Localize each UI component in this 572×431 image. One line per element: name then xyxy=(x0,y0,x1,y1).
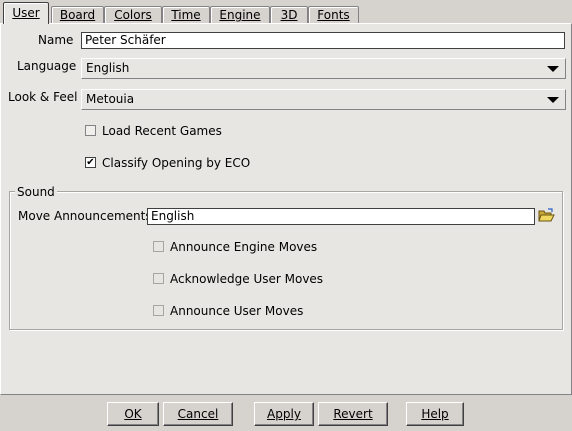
acknowledge-user-box[interactable] xyxy=(153,273,164,284)
tab-engine-label: Engine xyxy=(219,8,261,22)
announce-engine-box[interactable] xyxy=(153,241,164,252)
tab-user[interactable]: User xyxy=(3,2,49,24)
tab-board-label: Board xyxy=(59,8,96,22)
check-icon[interactable]: ✔ xyxy=(85,157,96,168)
help-button-label: Help xyxy=(421,407,449,421)
folder-open-icon[interactable] xyxy=(538,208,555,222)
help-button[interactable]: Help xyxy=(406,402,464,426)
tab-3d[interactable]: 3D xyxy=(270,6,308,23)
tab-time-label: Time xyxy=(171,8,201,22)
language-select[interactable]: English xyxy=(81,58,566,79)
chevron-down-icon xyxy=(547,66,559,72)
name-label: Name xyxy=(38,33,74,47)
revert-button[interactable]: Revert xyxy=(318,402,388,426)
lookfeel-value: Metouia xyxy=(86,92,135,106)
chevron-down-icon xyxy=(547,97,559,103)
tab-colors[interactable]: Colors xyxy=(104,6,162,23)
tab-board[interactable]: Board xyxy=(51,6,104,23)
tab-colors-label: Colors xyxy=(114,8,152,22)
tab-time[interactable]: Time xyxy=(162,6,210,23)
tab-3d-label: 3D xyxy=(280,8,298,22)
apply-button-label: Apply xyxy=(267,407,301,421)
language-value: English xyxy=(86,61,130,75)
cancel-button[interactable]: Cancel xyxy=(163,402,233,426)
tab-strip: User Board Colors Time Engine 3D Fonts xyxy=(0,0,572,24)
name-field[interactable]: Peter Schäfer xyxy=(81,32,565,49)
ok-button[interactable]: OK xyxy=(107,402,159,426)
ok-button-label: OK xyxy=(124,407,142,421)
move-announcements-field[interactable]: English xyxy=(147,208,535,225)
sound-group-title: Sound xyxy=(15,185,57,199)
cancel-button-label: Cancel xyxy=(177,407,219,421)
tab-user-label: User xyxy=(12,6,40,20)
move-announcements-label: Move Announcements: xyxy=(18,209,156,223)
lookfeel-select[interactable]: Metouia xyxy=(81,89,566,110)
tab-engine[interactable]: Engine xyxy=(210,6,270,23)
load-recent-label: Load Recent Games xyxy=(102,124,222,138)
apply-button[interactable]: Apply xyxy=(254,402,314,426)
revert-button-label: Revert xyxy=(333,407,373,421)
acknowledge-user-label: Acknowledge User Moves xyxy=(170,272,324,286)
tab-fonts-label: Fonts xyxy=(317,8,350,22)
announce-user-box[interactable] xyxy=(153,305,164,316)
load-recent-box[interactable] xyxy=(85,125,96,136)
lookfeel-label: Look & Feel xyxy=(8,90,78,104)
tab-fonts[interactable]: Fonts xyxy=(308,6,359,23)
classify-eco-label: Classify Opening by ECO xyxy=(102,156,251,170)
announce-user-label: Announce User Moves xyxy=(170,304,304,318)
language-label: Language xyxy=(17,59,77,73)
announce-engine-label: Announce Engine Moves xyxy=(170,240,318,254)
